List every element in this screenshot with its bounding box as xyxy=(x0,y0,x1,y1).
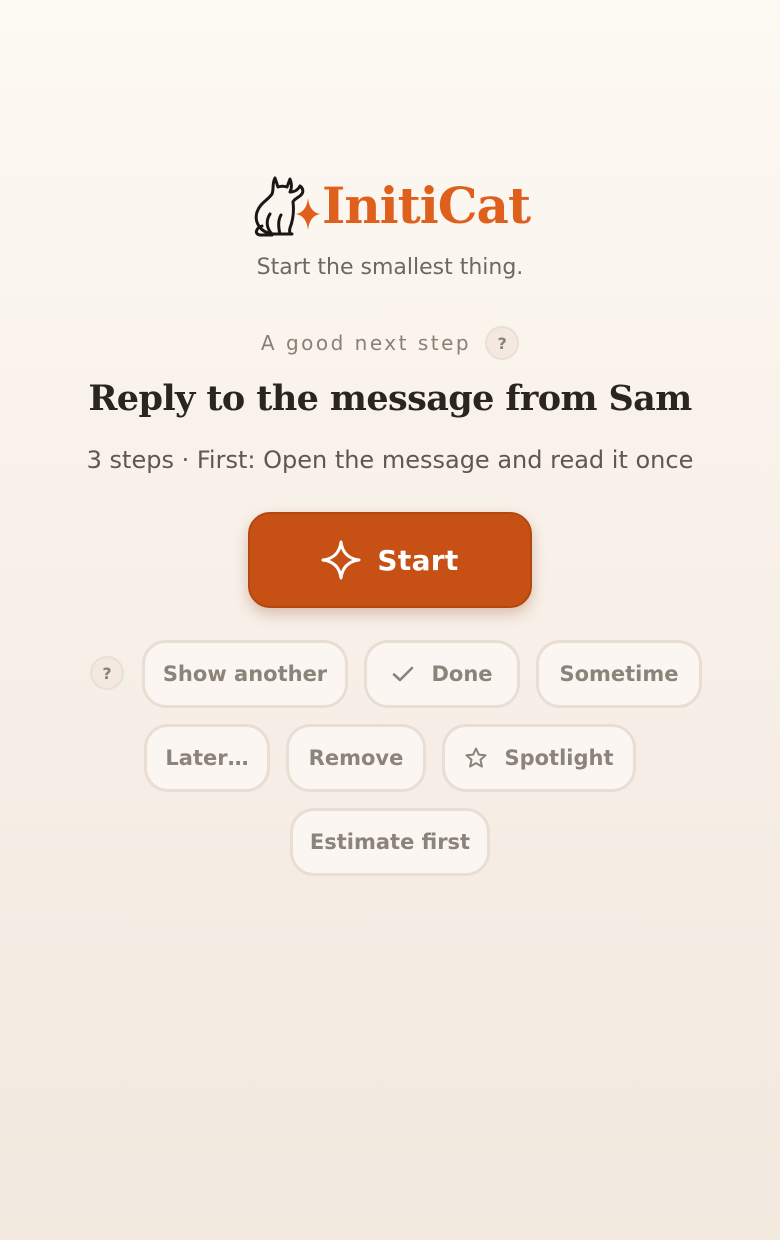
start-button-label: Start xyxy=(377,543,459,577)
sparkle-icon xyxy=(321,540,361,580)
done-button[interactable]: Done xyxy=(364,640,520,708)
later-label: Later… xyxy=(165,746,249,770)
sometime-label: Sometime xyxy=(559,662,679,686)
suggestion-kicker: A good next step xyxy=(260,331,472,355)
sparkle-icon xyxy=(295,198,320,230)
estimate-first-label: Estimate first xyxy=(309,830,471,854)
actions-help-button[interactable]: ? xyxy=(90,656,124,690)
task-title: Reply to the message from Sam xyxy=(88,378,692,419)
help-icon: ? xyxy=(497,333,507,353)
show-another-label: Show another xyxy=(162,662,328,686)
remove-button[interactable]: Remove xyxy=(286,724,426,792)
task-steps-summary: 3 steps · First: Open the message and re… xyxy=(86,446,694,474)
app-name: InitiCat xyxy=(321,176,531,235)
remove-label: Remove xyxy=(308,746,404,770)
show-another-button[interactable]: Show another xyxy=(142,640,348,708)
start-button[interactable]: Start xyxy=(248,512,532,608)
later-button[interactable]: Later… xyxy=(144,724,270,792)
star-icon xyxy=(465,747,487,768)
suggestion-help-button[interactable]: ? xyxy=(485,326,520,360)
app-screen: InitiCat Start the smallest thing. A goo… xyxy=(0,0,780,1240)
cat-icon xyxy=(254,176,320,237)
estimate-first-button[interactable]: Estimate first xyxy=(290,808,490,876)
check-icon xyxy=(393,666,414,682)
help-icon: ? xyxy=(102,663,112,683)
tagline: Start the smallest thing. xyxy=(256,255,524,280)
sometime-button[interactable]: Sometime xyxy=(536,640,702,708)
brand-header: InitiCat xyxy=(0,168,780,244)
spotlight-label: Spotlight xyxy=(504,746,614,770)
brand-lockup: InitiCat xyxy=(250,170,531,242)
done-label: Done xyxy=(431,662,493,686)
suggestion-header: A good next step ? xyxy=(0,326,780,360)
spotlight-button[interactable]: Spotlight xyxy=(442,724,636,792)
